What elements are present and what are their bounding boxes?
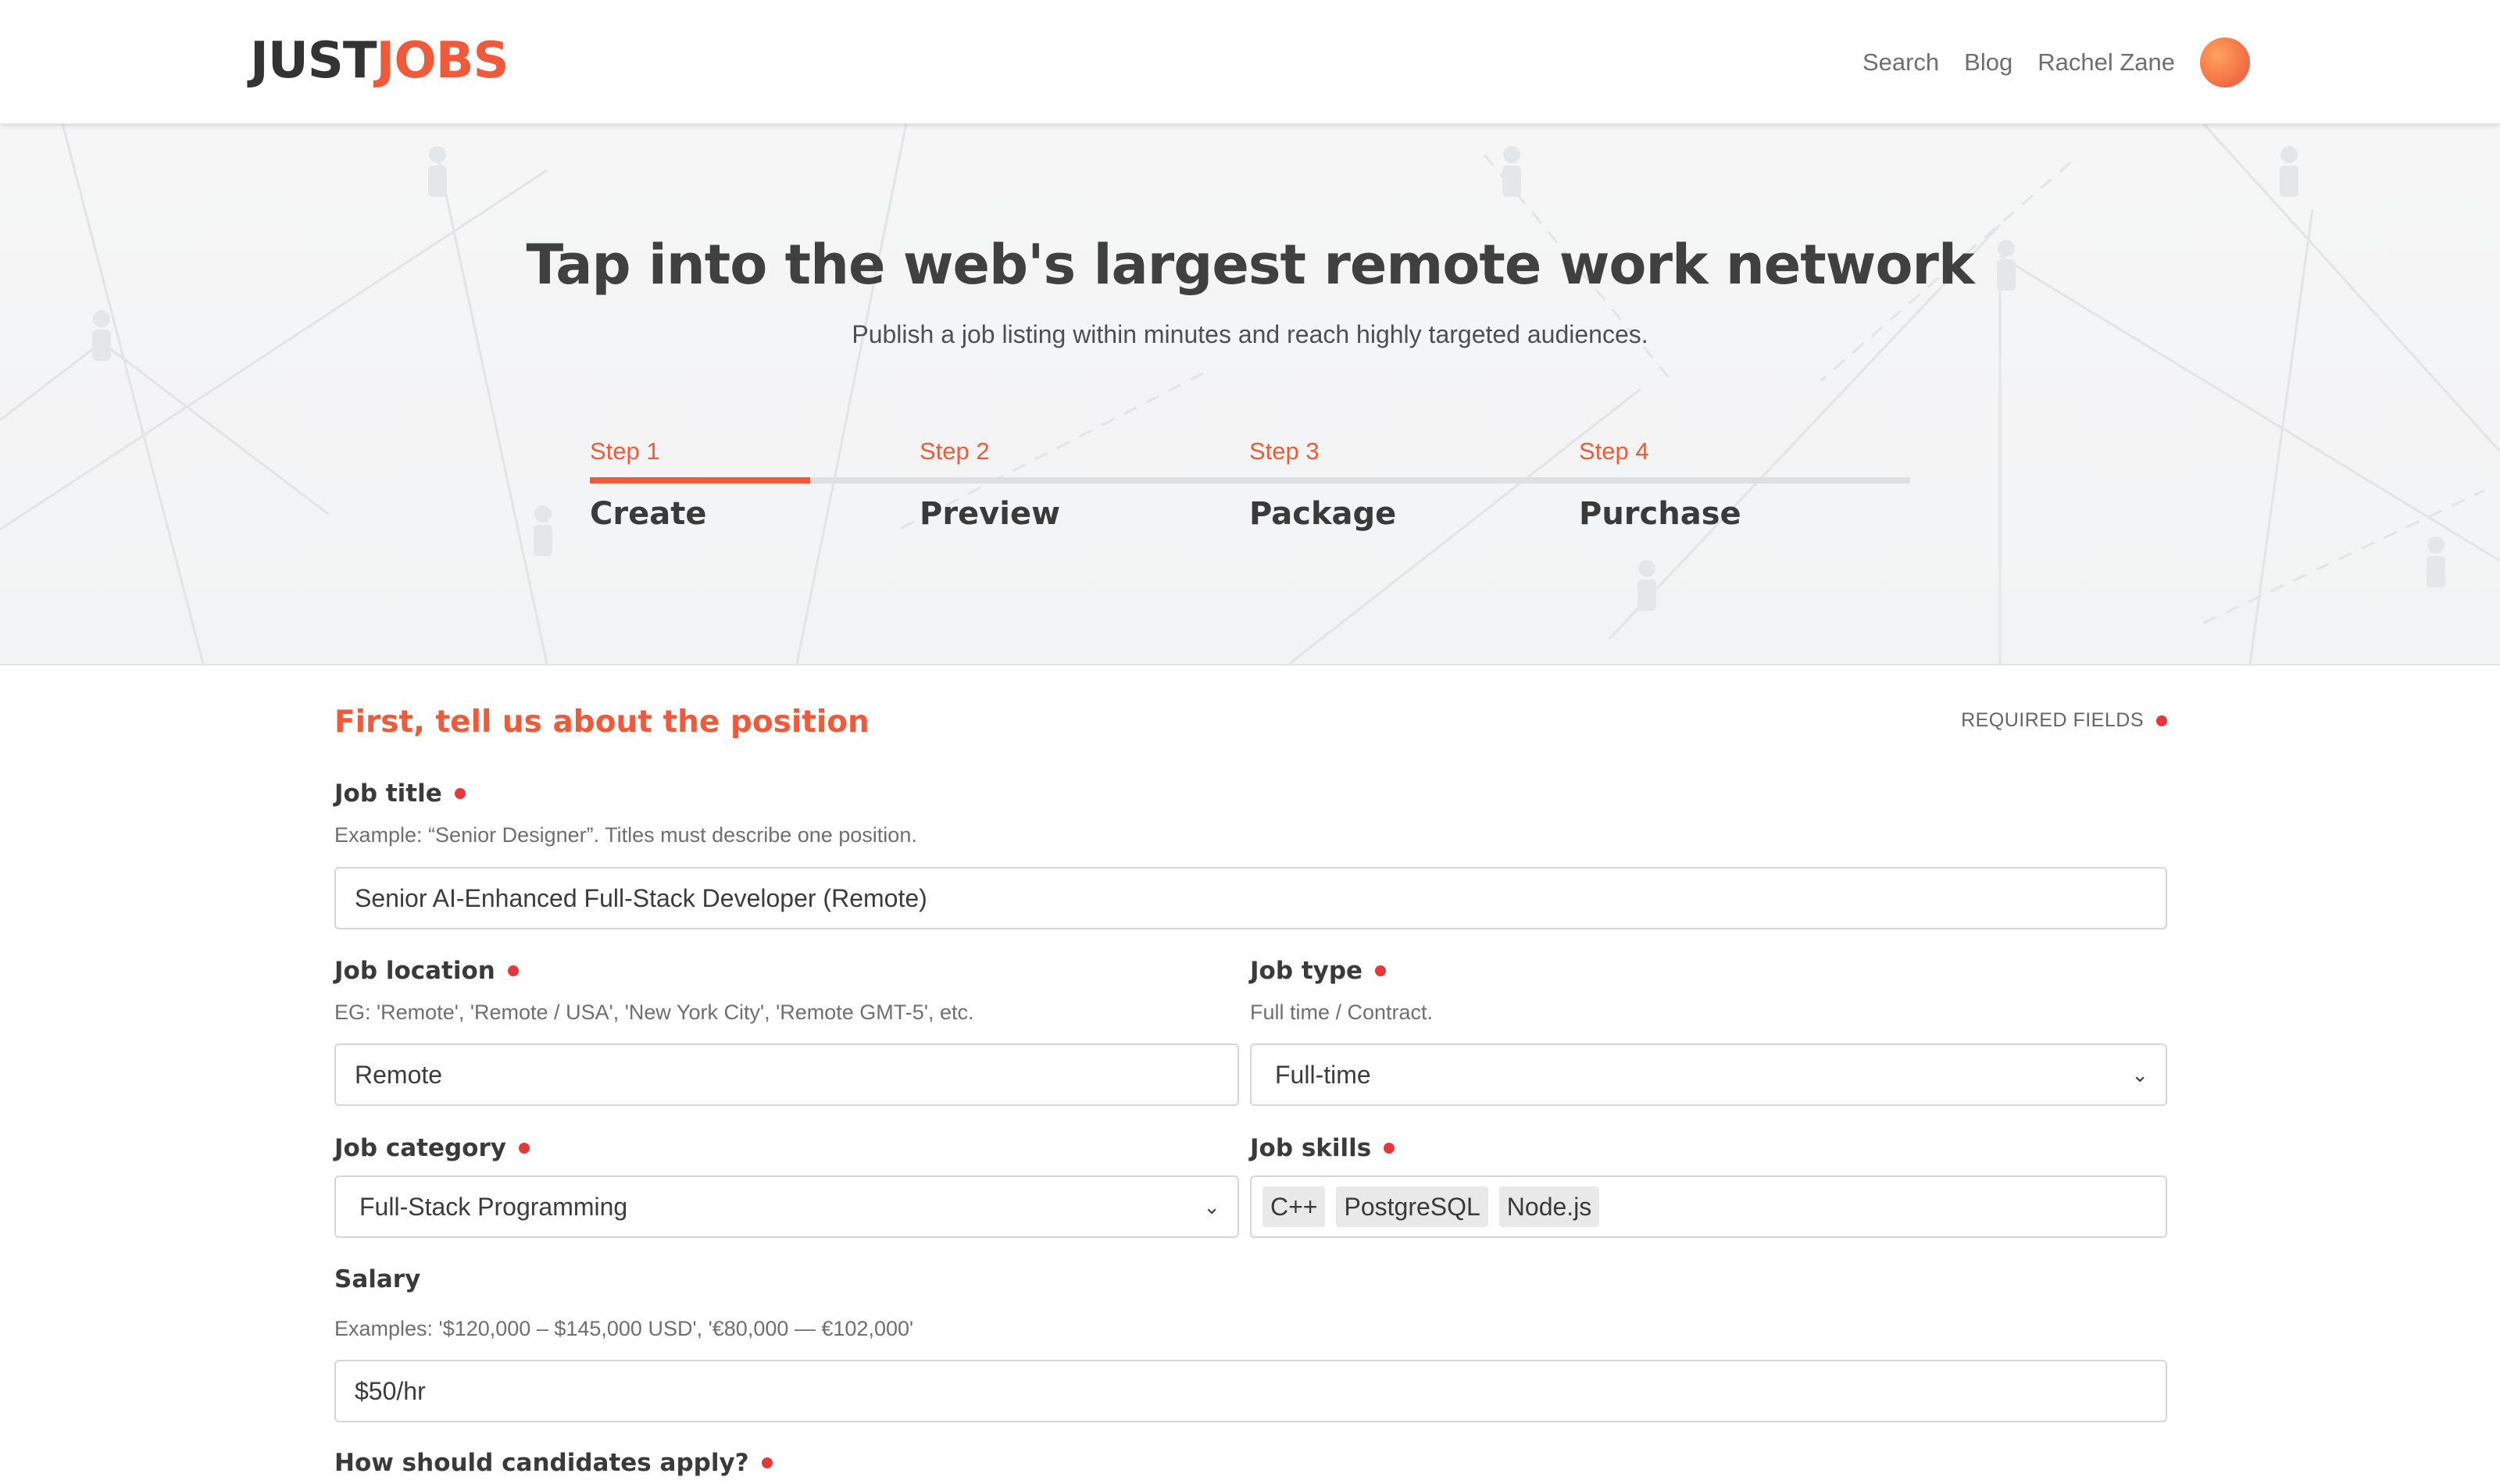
step-1[interactable]: Step 1 Create (590, 432, 920, 532)
step-name: Package (1249, 496, 1397, 532)
job-title-label-text: Job title (334, 779, 442, 808)
logo-just-text: JUST (250, 32, 377, 90)
required-dot-icon (507, 965, 519, 976)
progress-fill (590, 477, 811, 483)
required-dot-icon (518, 1143, 530, 1154)
job-skills-label-text: Job skills (1250, 1134, 1372, 1162)
section-title: First, tell us about the position (334, 705, 870, 740)
salary-label-text: Salary (334, 1265, 421, 1293)
main-nav: Search Blog Rachel Zane (1838, 34, 2250, 91)
nav-blog-link[interactable]: Blog (1964, 48, 2012, 77)
required-dot-icon (1384, 1143, 1395, 1154)
required-dot-icon (454, 788, 466, 799)
step-name: Preview (920, 496, 1061, 532)
step-number: Step 3 (1249, 437, 1320, 465)
user-avatar[interactable] (2200, 37, 2250, 87)
required-dot-icon (2156, 715, 2167, 726)
top-header: JUSTJOBS Search Blog Rachel Zane (0, 0, 2500, 124)
hero-banner: Tap into the web's largest remote work n… (0, 123, 2500, 665)
salary-hint: Examples: '$120,000 – $145,000 USD', '€8… (334, 1317, 914, 1340)
job-type-label-text: Job type (1250, 957, 1363, 985)
hero-subtitle: Publish a job listing within minutes and… (852, 320, 1648, 348)
step-number: Step 2 (920, 437, 990, 465)
required-fields-note: REQUIRED FIELDS (1961, 709, 2167, 732)
skill-tag[interactable]: PostgreSQL (1336, 1186, 1488, 1227)
progress-track (590, 477, 1910, 483)
job-category-label-text: Job category (334, 1134, 506, 1162)
job-location-hint: EG: 'Remote', 'Remote / USA', 'New York … (334, 1001, 974, 1024)
step-name: Create (590, 496, 707, 532)
step-name: Purchase (1579, 496, 1741, 532)
apply-method-label-text: How should candidates apply? (334, 1449, 749, 1477)
skill-tag[interactable]: Node.js (1498, 1186, 1600, 1227)
job-category-label: Job category (334, 1134, 530, 1162)
step-number: Step 4 (1579, 437, 1649, 465)
skill-tag[interactable]: C++ (1262, 1186, 1326, 1227)
network-background-illustration (0, 123, 2500, 664)
job-type-label: Job type (1250, 957, 1387, 985)
chevron-down-icon: ⌄ (2131, 1063, 2148, 1086)
job-skills-tag-input[interactable]: C++ PostgreSQL Node.js (1250, 1175, 2167, 1238)
salary-label: Salary (334, 1265, 420, 1293)
job-type-selected-value: Full-time (1275, 1061, 1371, 1089)
job-title-input[interactable] (334, 867, 2167, 929)
required-dot-icon (761, 1457, 773, 1468)
chevron-down-icon: ⌄ (1203, 1195, 1220, 1218)
required-fields-label: REQUIRED FIELDS (1961, 709, 2144, 731)
justjobs-logo[interactable]: JUSTJOBS (250, 31, 509, 91)
job-category-select[interactable]: Full-Stack Programming ⌄ (334, 1175, 1239, 1238)
step-progress: Step 1 Create Step 2 Preview Step 3 Pack… (590, 432, 1910, 549)
job-location-label: Job location (334, 957, 519, 985)
step-number: Step 1 (590, 437, 660, 465)
nav-search-link[interactable]: Search (1862, 48, 1939, 77)
job-title-hint: Example: “Senior Designer”. Titles must … (334, 823, 917, 847)
step-3[interactable]: Step 3 Package (1249, 432, 1579, 532)
job-skills-label: Job skills (1250, 1134, 1395, 1162)
job-form: First, tell us about the position REQUIR… (334, 664, 2167, 1484)
step-4[interactable]: Step 4 Purchase (1579, 432, 1909, 532)
job-category-selected-value: Full-Stack Programming (359, 1193, 628, 1221)
salary-input[interactable] (334, 1360, 2167, 1422)
job-type-hint: Full time / Contract. (1250, 1001, 1434, 1024)
step-2[interactable]: Step 2 Preview (920, 432, 1249, 532)
hero-title: Tap into the web's largest remote work n… (526, 233, 1974, 297)
job-title-label: Job title (334, 779, 466, 808)
job-location-label-text: Job location (334, 957, 495, 985)
required-dot-icon (1375, 965, 1387, 976)
job-type-select[interactable]: Full-time ⌄ (1250, 1043, 2167, 1106)
job-location-input[interactable] (334, 1043, 1239, 1106)
logo-jobs-text: JOBS (376, 32, 509, 90)
nav-user-link[interactable]: Rachel Zane (2038, 48, 2175, 77)
apply-method-label: How should candidates apply? (334, 1449, 773, 1477)
